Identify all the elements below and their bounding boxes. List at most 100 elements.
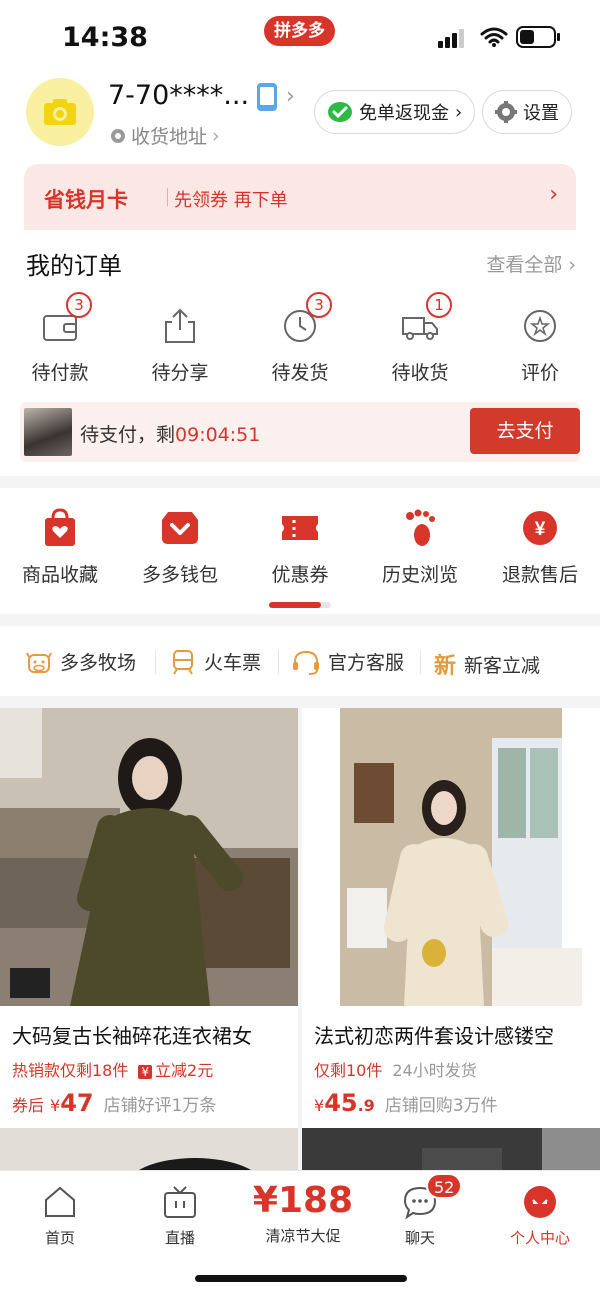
product-thumbnail — [24, 408, 72, 456]
shortcut-customer-service[interactable]: 官方客服 — [292, 648, 404, 675]
nav-profile[interactable]: 个人中心 — [490, 1181, 590, 1248]
price-row: ¥45.9 店铺回购3万件 — [314, 1089, 600, 1117]
currency: ¥ — [50, 1096, 61, 1115]
product-card[interactable]: 法式初恋两件套设计感镂空 仅剩10件 24小时发货 ¥45.9 店铺回购3万件 — [302, 708, 600, 1137]
profile-face-icon — [524, 1186, 556, 1218]
countdown-timer: 09:04:51 — [175, 424, 261, 446]
order-label: 评价 — [520, 362, 559, 384]
svg-text:¥: ¥ — [535, 519, 546, 540]
product-title: 大码复古长袖碎花连衣裙女 — [12, 1024, 252, 1048]
discount-tag: ¥ 立减2元 — [138, 1057, 213, 1081]
promo-amount: ¥188 — [252, 1180, 354, 1221]
wifi-icon — [480, 27, 508, 47]
signal-icon — [438, 29, 464, 48]
phone-icon[interactable] — [256, 82, 278, 112]
nav-live[interactable]: 直播 — [130, 1181, 230, 1248]
shortcut-farm[interactable]: 多多牧场 — [26, 648, 136, 675]
tool-wallet[interactable]: 多多钱包 — [120, 508, 240, 587]
address-link[interactable]: 收货地址 › — [110, 122, 220, 149]
cashback-button[interactable]: 免单返现金 › — [314, 90, 476, 134]
pending-countdown-text: 待支付，剩09:04:51 — [80, 420, 260, 447]
promo-label: 清凉节大促 — [265, 1227, 341, 1245]
chevron-right-icon: › — [455, 101, 463, 123]
orders-section: 我的订单 查看全部 › 3 待付款 待分享 3 待发货 1 待收货 评价 待支付… — [0, 230, 600, 476]
order-pending-receipt[interactable]: 1 待收货 — [370, 292, 470, 385]
footprint-icon — [406, 509, 435, 546]
pending-prefix: 待支付，剩 — [80, 424, 176, 446]
product-image — [302, 708, 600, 1006]
shortcut-train[interactable]: 火车票 — [170, 648, 261, 675]
count-badge: 1 — [426, 292, 452, 318]
see-all-orders-link[interactable]: 查看全部 › — [486, 250, 576, 277]
tool-favorites[interactable]: 商品收藏 — [0, 508, 120, 587]
shortcut-new-user[interactable]: 新 新客立减 — [434, 648, 540, 680]
count-badge: 3 — [66, 292, 92, 318]
shortcuts-bar: 多多牧场 火车票 官方客服 新 新客立减 — [0, 626, 600, 696]
shortcut-label: 官方客服 — [328, 652, 405, 674]
avatar[interactable] — [26, 78, 94, 146]
shortcut-label: 火车票 — [204, 652, 262, 674]
price-decimal: .9 — [357, 1096, 375, 1115]
tools-scroll-indicator — [269, 602, 331, 608]
shipping-tag: 24小时发货 — [392, 1061, 477, 1080]
store-meta: 店铺好评1万条 — [103, 1096, 217, 1116]
pay-now-button[interactable]: 去支付 — [470, 408, 580, 454]
store-meta: 店铺回购3万件 — [384, 1096, 498, 1116]
tool-label: 退款售后 — [501, 564, 578, 586]
product-title: 法式初恋两件套设计感镂空 — [314, 1024, 554, 1048]
orders-title: 我的订单 — [26, 252, 122, 280]
price-row: 券后 ¥47 店铺好评1万条 — [12, 1089, 298, 1117]
gear-icon — [495, 101, 517, 123]
card-subtitle: 先领券 再下单 — [174, 190, 288, 211]
shortcut-label: 多多牧场 — [60, 652, 137, 674]
tool-label: 历史浏览 — [381, 564, 458, 586]
order-label: 待分享 — [151, 362, 209, 384]
tool-refunds[interactable]: ¥ 退款售后 — [480, 508, 600, 587]
tool-coupons[interactable]: 优惠券 — [240, 508, 360, 587]
username[interactable]: 7-70****... — [108, 80, 249, 111]
nav-promo[interactable]: ¥188 清凉节大促 — [248, 1179, 358, 1246]
nav-label: 直播 — [164, 1229, 195, 1247]
home-icon — [45, 1186, 75, 1217]
cow-icon — [26, 652, 52, 673]
order-pending-shipment[interactable]: 3 待发货 — [250, 292, 350, 385]
price: ¥45.9 — [314, 1089, 375, 1117]
currency: ¥ — [314, 1096, 325, 1115]
tool-label: 商品收藏 — [21, 564, 98, 586]
order-label: 待收货 — [391, 362, 449, 384]
tool-history[interactable]: 历史浏览 — [360, 508, 480, 587]
stock-tag: 仅剩10件 — [314, 1061, 383, 1080]
status-bar: 14:38 拼多多 — [0, 0, 600, 70]
review-icon — [524, 310, 556, 342]
home-indicator — [195, 1275, 407, 1282]
nav-home[interactable]: 首页 — [10, 1181, 110, 1248]
order-pending-payment[interactable]: 3 待付款 — [10, 292, 110, 385]
new-icon: 新 — [434, 654, 457, 679]
discount-label: 立减2元 — [155, 1061, 214, 1080]
settings-button[interactable]: 设置 — [482, 90, 572, 134]
wallet-heart-icon — [162, 512, 198, 544]
favorites-bag-icon — [45, 508, 75, 546]
chevron-right-icon: › — [212, 124, 220, 147]
refund-yen-icon: ¥ — [523, 511, 557, 545]
price-prefix: 券后 — [12, 1096, 45, 1115]
coupon-mini-icon: ¥ — [138, 1065, 153, 1079]
product-card[interactable]: 大码复古长袖碎花连衣裙女 热销款仅剩18件 ¥ 立减2元 券后 ¥47 店铺好评1… — [0, 708, 298, 1137]
app-indicator: 拼多多 — [264, 16, 335, 46]
nav-label: 聊天 — [404, 1229, 435, 1247]
order-label: 待发货 — [271, 362, 329, 384]
saving-card-banner[interactable]: 省钱月卡 先领券 再下单 › — [24, 164, 576, 230]
location-pin-icon — [111, 128, 125, 143]
order-review[interactable]: 评价 — [490, 306, 590, 385]
card-title: 省钱月卡 — [44, 188, 128, 212]
shortcut-label: 新客立减 — [464, 654, 541, 677]
clock: 14:38 — [62, 22, 148, 53]
camera-icon — [44, 99, 76, 125]
pending-payment-bar[interactable]: 待支付，剩09:04:51 去支付 — [20, 402, 580, 462]
price-value: 45 — [324, 1089, 358, 1117]
order-pending-share[interactable]: 待分享 — [130, 306, 230, 385]
stock-tag: 热销款仅剩18件 — [12, 1061, 129, 1080]
address-label: 收货地址 — [131, 126, 208, 148]
chevron-right-icon[interactable]: › — [286, 84, 295, 109]
coupon-icon — [282, 516, 318, 540]
